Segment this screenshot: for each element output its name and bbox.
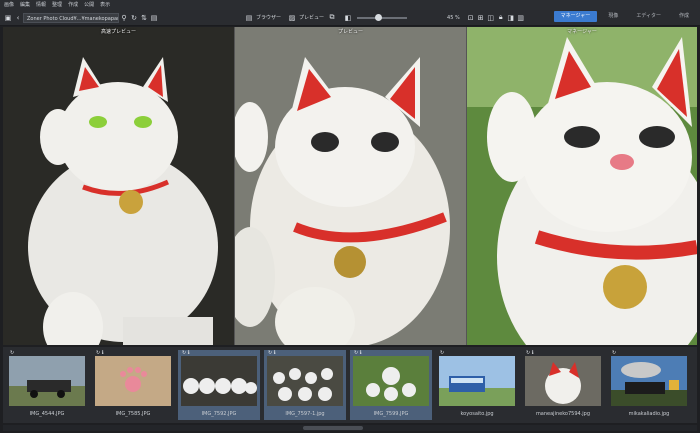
tab-create[interactable]: 作成 [672,11,696,22]
lock-icon[interactable]: 🔒︎ [496,13,506,23]
thumbnail-strip: ↻ IMG_4544.JPG ↻ ℹ IMG_7585.JPG ↻ ℹ IMG_… [3,347,697,423]
browser-icon: ▤ [245,13,253,22]
thumb-image-cat-closeup [525,356,601,406]
columns-icon[interactable]: ▥ [516,13,526,23]
menu-bar: 画像 編集 情報 整理 作成 公開 表示 [0,0,700,10]
grid-icon[interactable]: ⊞ [476,13,486,23]
search-icon[interactable]: ⚲ [119,13,129,23]
menu-item-publish[interactable]: 公開 [84,0,94,10]
menu-item-image[interactable]: 画像 [4,0,14,10]
sort-icon[interactable]: ⇅ [139,13,149,23]
image-icon: ▨ [288,13,296,22]
thumbnail-item[interactable]: ↻ koyosaito.jpg [436,350,518,420]
thumb-filename: mikakaliadio.jpg [628,411,670,417]
thumb-filename: IMG_7592.JPG [201,411,237,417]
thumbnail-item[interactable]: ↻ ℹ maneajineko7594.jpg [522,350,604,420]
folder-icon[interactable]: ▣ [3,13,13,23]
zoom-slider[interactable] [357,13,408,21]
thumb-filename: IMG_7585.JPG [115,411,151,417]
thumb-image-cats-group [353,356,429,406]
thumb-image-train [9,356,85,406]
thumb-filename: maneajineko7594.jpg [535,411,591,417]
tab-develop[interactable]: 現像 [601,11,625,22]
thumb-filename: koyosaito.jpg [460,411,494,417]
pane-label-normal: プレビュー [337,29,363,35]
back-icon[interactable]: ‹ [13,13,23,23]
strip-scroll-thumb[interactable] [303,426,363,430]
thumb-image-tram [439,356,515,406]
thumbnail-item-selected[interactable]: ↻ ℹ IMG_7592.JPG [178,350,260,420]
menu-item-view[interactable]: 表示 [100,0,110,10]
zoom-value: 45 % [447,14,460,21]
thumbnail-item[interactable]: ↻ ℹ IMG_7585.JPG [92,350,174,420]
thumb-filename: IMG_7597-1.jpg [285,411,325,417]
strip-scrollbar[interactable] [3,425,697,431]
thumbnail-item[interactable]: ↻ IMG_4544.JPG [6,350,88,420]
thumbnail-item-selected[interactable]: ↻ ℹ IMG_7597-1.jpg [264,350,346,420]
new-folder-icon[interactable]: ▤ [149,13,159,23]
zoom-knob[interactable] [375,13,383,21]
layout-icon[interactable]: ◧ [343,13,353,23]
preview-button[interactable]: ▨ プレビュー [284,13,327,23]
thumbnail-item-selected[interactable]: ↻ ℹ IMG_7599.JPG [350,350,432,420]
tab-manager[interactable]: マネージャー [553,11,598,22]
thumb-image-cats-crowd [267,356,343,406]
split-icon[interactable]: ◨ [506,13,516,23]
menu-item-organize[interactable]: 整理 [52,0,62,10]
thumbnail-item[interactable]: ↻ mikakaliadio.jpg [608,350,690,420]
preview-label: プレビュー [299,15,325,21]
browser-button[interactable]: ▤ ブラウザー [241,13,284,23]
thumb-image-cats-row [181,356,257,406]
compare-icon[interactable]: ◫ [486,13,496,23]
menu-item-create[interactable]: 作成 [68,0,78,10]
thumb-filename: IMG_7599.JPG [373,411,409,417]
thumb-image-paw [95,356,171,406]
fit-icon[interactable]: ⊡ [466,13,476,23]
menu-item-info[interactable]: 情報 [36,0,46,10]
refresh-icon[interactable]: ↻ [129,13,139,23]
pane-label-fast: 高速プレビュー [100,29,136,35]
path-field[interactable]: Zoner Photo Cloud¥...¥manekopapan [23,12,119,23]
preview-pane-normal: プレビュー [235,27,466,345]
thumb-image-steam-train [611,356,687,406]
cat-image-1 [3,27,234,345]
cat-image-2 [235,27,466,345]
external-icon[interactable]: ⧉ [327,13,337,23]
pane-label-manager: マネージャー [567,29,597,35]
browser-label: ブラウザー [256,15,282,21]
thumb-filename: IMG_4544.JPG [29,411,65,417]
toolbar: ▣ ‹ Zoner Photo Cloud¥...¥manekopapan ⚲ … [0,10,700,26]
tab-editor[interactable]: エディター [629,11,668,22]
cat-image-3 [467,27,697,345]
menu-item-edit[interactable]: 編集 [20,0,30,10]
preview-pane-manager: マネージャー [467,27,697,345]
preview-pane-fast: 高速プレビュー [3,27,234,345]
mode-tabs: マネージャー 現像 エディター 作成 [553,11,696,22]
preview-area: 高速プレビュー プレビュー マネージャー [3,27,697,345]
